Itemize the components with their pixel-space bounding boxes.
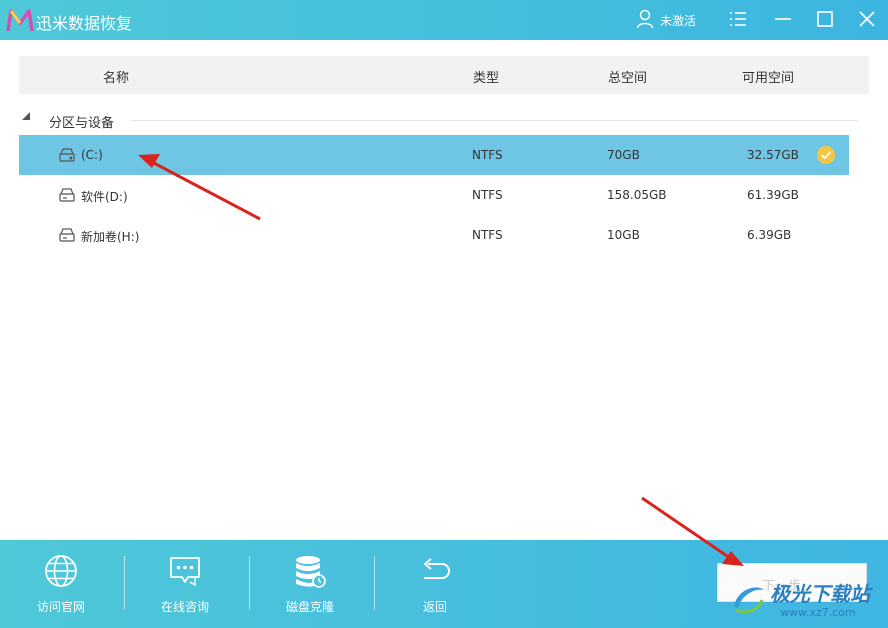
drive-free: 6.39GB	[747, 228, 792, 242]
drive-row-c[interactable]: (C:) NTFS 70GB 32.57GB	[19, 135, 849, 175]
triangle-down-icon[interactable]	[21, 112, 31, 122]
activation-status[interactable]: 未激活	[660, 12, 696, 29]
watermark-text: 极光下载站	[770, 582, 870, 606]
menu-icon[interactable]	[727, 8, 749, 30]
app-title: 迅米数据恢复	[36, 14, 133, 33]
drive-total: 10GB	[607, 228, 640, 242]
disk-clone-button[interactable]: 磁盘克隆	[250, 540, 370, 628]
chat-icon	[170, 557, 200, 587]
title-bar: 迅米数据恢复 未激活	[0, 0, 888, 40]
back-button[interactable]: 返回	[375, 540, 495, 628]
drive-free: 32.57GB	[747, 148, 799, 162]
drive-type: NTFS	[472, 188, 503, 202]
annotation-arrows	[138, 154, 744, 566]
disk-clone-label: 磁盘克隆	[285, 600, 334, 614]
watermark-logo-icon	[734, 587, 764, 614]
column-type[interactable]: 类型	[473, 67, 499, 86]
drive-icon	[59, 228, 75, 242]
database-icon	[296, 556, 326, 588]
drive-row-h[interactable]: 新加卷(H:) NTFS 10GB 6.39GB	[19, 215, 849, 255]
maximize-icon[interactable]	[814, 8, 836, 30]
column-total-space[interactable]: 总空间	[608, 67, 647, 86]
watermark-url: www.xz7.com	[780, 606, 856, 619]
back-label: 返回	[422, 600, 447, 614]
visit-site-label: 访问官网	[36, 600, 85, 614]
drive-total: 70GB	[607, 148, 640, 162]
user-icon[interactable]	[636, 9, 654, 29]
drive-name: 新加卷(H:)	[81, 230, 140, 244]
online-chat-label: 在线咨询	[160, 600, 209, 614]
back-arrow-icon	[424, 558, 450, 579]
drive-name: 软件(D:)	[81, 190, 128, 204]
minimize-icon[interactable]	[772, 8, 794, 30]
group-label: 分区与设备	[49, 116, 115, 131]
globe-icon	[45, 555, 77, 587]
drive-row-d[interactable]: 软件(D:) NTFS 158.05GB 61.39GB	[19, 175, 849, 215]
drive-icon	[59, 188, 75, 202]
drive-free: 61.39GB	[747, 188, 799, 202]
close-icon[interactable]	[856, 8, 878, 30]
online-chat-button[interactable]: 在线咨询	[125, 540, 245, 628]
column-free-space[interactable]: 可用空间	[742, 67, 794, 86]
partition-group: 分区与设备	[19, 108, 869, 132]
drive-type: NTFS	[472, 148, 503, 162]
drive-icon	[59, 148, 75, 162]
column-header: 名称 类型 总空间 可用空间	[19, 56, 869, 94]
drive-total: 158.05GB	[607, 188, 667, 202]
drive-type: NTFS	[472, 228, 503, 242]
column-name[interactable]: 名称	[103, 67, 129, 86]
visit-site-button[interactable]: 访问官网	[1, 540, 121, 628]
drive-name: (C:)	[81, 148, 103, 162]
watermark: 极光下载站 www.xz7.com	[724, 574, 884, 626]
group-divider	[131, 120, 858, 121]
app-logo	[6, 9, 34, 32]
check-icon	[817, 146, 835, 164]
